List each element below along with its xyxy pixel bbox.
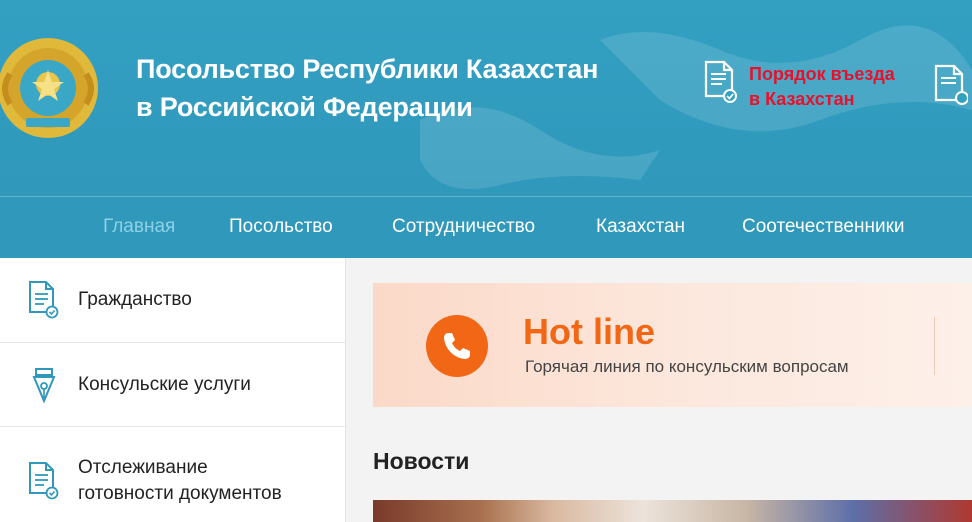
hotline-divider: [934, 317, 935, 375]
pen-nib-icon: [32, 368, 56, 404]
site-title[interactable]: Посольство Республики Казахстан в Россий…: [136, 50, 598, 126]
nav-item-embassy[interactable]: Посольство: [229, 216, 333, 238]
site-header: Посольство Республики Казахстан в Россий…: [0, 0, 972, 196]
news-section-title: Новости: [373, 448, 470, 474]
main-content: Hot line Горячая линия по консульским во…: [347, 258, 972, 522]
entry-label-line2: в Казахстан: [749, 89, 855, 109]
entry-procedure-label: Порядок въезда в Казахстан: [749, 62, 895, 112]
sidebar-item-document-tracking[interactable]: Отслеживание готовности документов: [0, 427, 346, 522]
entry-label-line1: Порядок въезда: [749, 64, 895, 84]
kazakhstan-emblem-logo[interactable]: [0, 34, 100, 142]
phone-icon: [444, 333, 470, 359]
nav-item-kazakhstan[interactable]: Казахстан: [596, 216, 685, 238]
entry-procedure-link[interactable]: Порядок въезда в Казахстан: [702, 60, 895, 112]
main-navigation: Главная Посольство Сотрудничество Казахс…: [0, 196, 972, 258]
sidebar-item-label-line2: готовности документов: [78, 483, 282, 504]
sidebar-item-label: Консульские услуги: [78, 374, 251, 395]
nav-item-cooperation[interactable]: Сотрудничество: [392, 216, 535, 238]
nav-item-home[interactable]: Главная: [103, 216, 175, 238]
hotline-title: Hot line: [523, 311, 655, 352]
sidebar-item-label: Гражданство: [78, 289, 192, 310]
sidebar-item-citizenship[interactable]: Гражданство: [0, 258, 346, 343]
hotline-subtitle: Горячая линия по консульским вопросам: [525, 357, 849, 376]
document-check-icon: [29, 281, 59, 319]
document-check-icon: [704, 60, 737, 103]
nav-item-compatriots[interactable]: Соотечественники: [742, 216, 905, 238]
site-title-line1: Посольство Республики Казахстан: [136, 54, 599, 84]
document-check-icon: [29, 462, 59, 500]
document-check-icon-secondary[interactable]: [932, 64, 968, 108]
site-title-line2: в Российской Федерации: [136, 92, 473, 122]
hotline-banner[interactable]: Hot line Горячая линия по консульским во…: [373, 283, 972, 407]
sidebar: Гражданство Консульские услуги Отслежива…: [0, 258, 346, 522]
sidebar-item-label: Отслеживание готовности документов: [78, 455, 282, 507]
sidebar-item-consular-services[interactable]: Консульские услуги: [0, 343, 346, 427]
sidebar-item-label-line1: Отслеживание: [78, 457, 208, 478]
hotline-phone-badge: [426, 315, 488, 377]
news-photo[interactable]: [373, 500, 972, 522]
